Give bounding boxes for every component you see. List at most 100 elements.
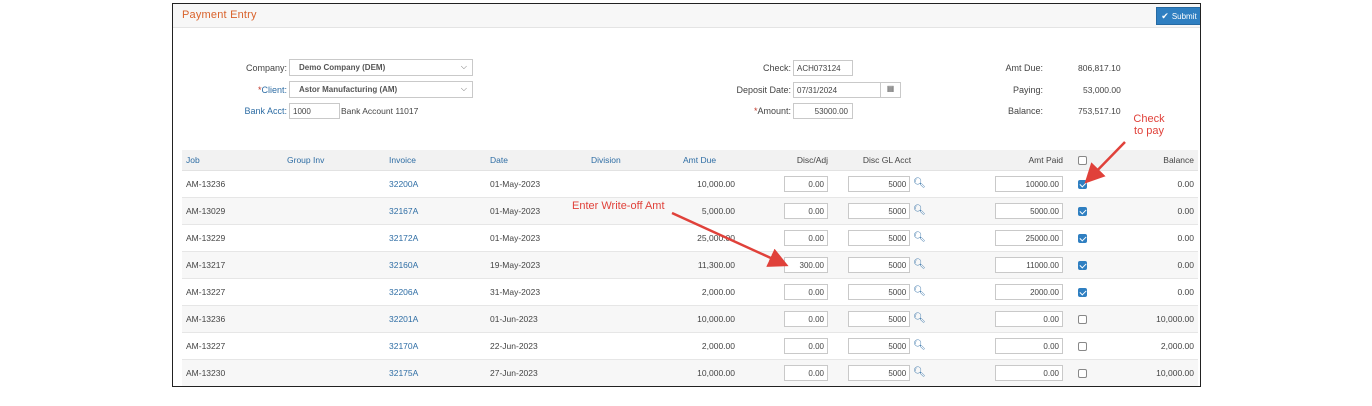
disc-adj-input[interactable]: 300.00 — [784, 256, 828, 273]
table-row: AM-13227 32170A 22-Jun-2023 2,000.00 0.00 500… — [182, 332, 1198, 360]
check-input[interactable]: ACH073124 — [793, 60, 853, 76]
col-group-inv[interactable]: Group Inv — [283, 150, 385, 171]
invoice-link[interactable]: 32170A — [385, 332, 486, 360]
amt-paid-input[interactable]: 11000.00 — [995, 256, 1063, 273]
disc-adj-input[interactable]: 0.00 — [784, 310, 828, 327]
group-inv-cell — [283, 251, 385, 279]
invoice-link[interactable]: 32172A — [385, 224, 486, 252]
disc-adj-input[interactable]: 0.00 — [784, 337, 828, 354]
disc-adj-input[interactable]: 0.00 — [784, 229, 828, 246]
pay-checkbox[interactable] — [1077, 206, 1087, 216]
pay-checkbox[interactable] — [1077, 287, 1087, 297]
select-all-checkbox[interactable] — [1077, 155, 1087, 165]
amt-paid-input[interactable]: 0.00 — [995, 310, 1063, 327]
select-all-cell — [1067, 150, 1097, 171]
amt-due-cell: 2,000.00 — [679, 332, 739, 360]
client-select[interactable]: Astor Manufacturing (AM) ⌵ — [289, 81, 473, 98]
disc-gl-input[interactable]: 5000 — [848, 310, 911, 327]
pay-checkbox[interactable] — [1077, 260, 1087, 270]
disc-gl-input[interactable]: 5000 — [848, 256, 911, 273]
company-value: Demo Company (DEM) — [299, 63, 386, 72]
search-icon[interactable]: 🔍︎ — [913, 178, 926, 189]
invoice-link[interactable]: 32160A — [385, 251, 486, 279]
pay-checkbox[interactable] — [1077, 341, 1087, 351]
col-balance: Balance — [1097, 150, 1198, 171]
col-amt-due[interactable]: Amt Due — [679, 150, 739, 171]
balance-value: 753,517.10 — [1078, 106, 1121, 116]
invoice-table: Job Group Inv Invoice Date Division Amt … — [182, 150, 1198, 386]
amt-paid-input[interactable]: 10000.00 — [995, 175, 1063, 192]
disc-adj-input[interactable]: 0.00 — [784, 202, 828, 219]
search-icon[interactable]: 🔍︎ — [913, 259, 926, 270]
disc-gl-cell: 5000 🔍︎ — [832, 278, 942, 306]
disc-adj-input[interactable]: 0.00 — [784, 283, 828, 300]
disc-gl-input[interactable]: 5000 — [848, 283, 911, 300]
date-cell: 01-Jun-2023 — [486, 305, 587, 333]
invoice-link[interactable]: 32167A — [385, 197, 486, 225]
division-cell — [587, 170, 679, 198]
company-select[interactable]: Demo Company (DEM) ⌵ — [289, 59, 473, 76]
disc-adj-input[interactable]: 0.00 — [784, 175, 828, 192]
balance-cell: 0.00 — [1097, 251, 1198, 279]
balance-cell: 10,000.00 — [1097, 305, 1198, 333]
search-icon[interactable]: 🔍︎ — [913, 340, 926, 351]
payment-entry-window: Payment Entry ✔ Submit Company: Demo Com… — [172, 3, 1201, 387]
pay-checkbox[interactable] — [1077, 179, 1087, 189]
deposit-date-input[interactable]: 07/31/2024 ▦ — [793, 82, 901, 98]
disc-adj-cell: 0.00 — [739, 278, 832, 306]
division-cell — [587, 332, 679, 360]
search-icon[interactable]: 🔍︎ — [913, 313, 926, 324]
invoice-link[interactable]: 32175A — [385, 359, 486, 386]
title-bar: Payment Entry ✔ Submit — [173, 4, 1200, 28]
pay-checkbox[interactable] — [1077, 233, 1087, 243]
invoice-link[interactable]: 32201A — [385, 305, 486, 333]
disc-adj-input[interactable]: 0.00 — [784, 364, 828, 381]
bank-acct-label[interactable]: Bank Acct: — [213, 106, 287, 116]
bank-acct-input[interactable]: 1000 — [289, 103, 340, 119]
search-icon[interactable]: 🔍︎ — [913, 205, 926, 216]
amt-paid-input[interactable]: 25000.00 — [995, 229, 1063, 246]
disc-gl-cell: 5000 🔍︎ — [832, 170, 942, 198]
division-cell — [587, 359, 679, 386]
check-annotation-line1: Check — [1133, 113, 1165, 125]
col-division[interactable]: Division — [587, 150, 679, 171]
amt-due-cell: 2,000.00 — [679, 278, 739, 306]
invoice-link[interactable]: 32206A — [385, 278, 486, 306]
date-cell: 31-May-2023 — [486, 278, 587, 306]
pay-checkbox-cell — [1067, 359, 1097, 386]
disc-gl-input[interactable]: 5000 — [848, 364, 911, 381]
col-date[interactable]: Date — [486, 150, 587, 171]
deposit-date-value: 07/31/2024 — [797, 86, 838, 95]
amt-paid-input[interactable]: 0.00 — [995, 364, 1063, 381]
job-cell: AM-13236 — [182, 305, 283, 333]
invoice-link[interactable]: 32200A — [385, 170, 486, 198]
calendar-icon[interactable]: ▦ — [880, 82, 900, 98]
disc-gl-input[interactable]: 5000 — [848, 337, 911, 354]
amount-label-text: Amount: — [757, 106, 791, 116]
job-cell: AM-13217 — [182, 251, 283, 279]
pay-checkbox-cell — [1067, 251, 1097, 279]
chevron-down-icon: ⌵ — [460, 62, 467, 71]
amount-input[interactable]: 53000.00 — [793, 103, 853, 119]
disc-gl-input[interactable]: 5000 — [848, 229, 911, 246]
client-label[interactable]: *Client: — [213, 85, 287, 95]
col-job[interactable]: Job — [182, 150, 283, 171]
group-inv-cell — [283, 224, 385, 252]
amt-paid-cell: 0.00 — [942, 305, 1067, 333]
check-annotation-line2: to pay — [1134, 125, 1164, 137]
submit-button[interactable]: ✔ Submit — [1156, 7, 1200, 25]
amt-paid-input[interactable]: 0.00 — [995, 337, 1063, 354]
search-icon[interactable]: 🔍︎ — [913, 232, 926, 243]
amt-paid-cell: 5000.00 — [942, 197, 1067, 225]
amt-paid-input[interactable]: 5000.00 — [995, 202, 1063, 219]
search-icon[interactable]: 🔍︎ — [913, 286, 926, 297]
pay-checkbox[interactable] — [1077, 368, 1087, 378]
amt-paid-input[interactable]: 2000.00 — [995, 283, 1063, 300]
pay-checkbox[interactable] — [1077, 314, 1087, 324]
job-cell: AM-13236 — [182, 170, 283, 198]
search-icon[interactable]: 🔍︎ — [913, 367, 926, 378]
col-invoice[interactable]: Invoice — [385, 150, 486, 171]
paying-value: 53,000.00 — [1083, 85, 1121, 95]
disc-gl-input[interactable]: 5000 — [848, 202, 911, 219]
disc-gl-input[interactable]: 5000 — [848, 175, 911, 192]
